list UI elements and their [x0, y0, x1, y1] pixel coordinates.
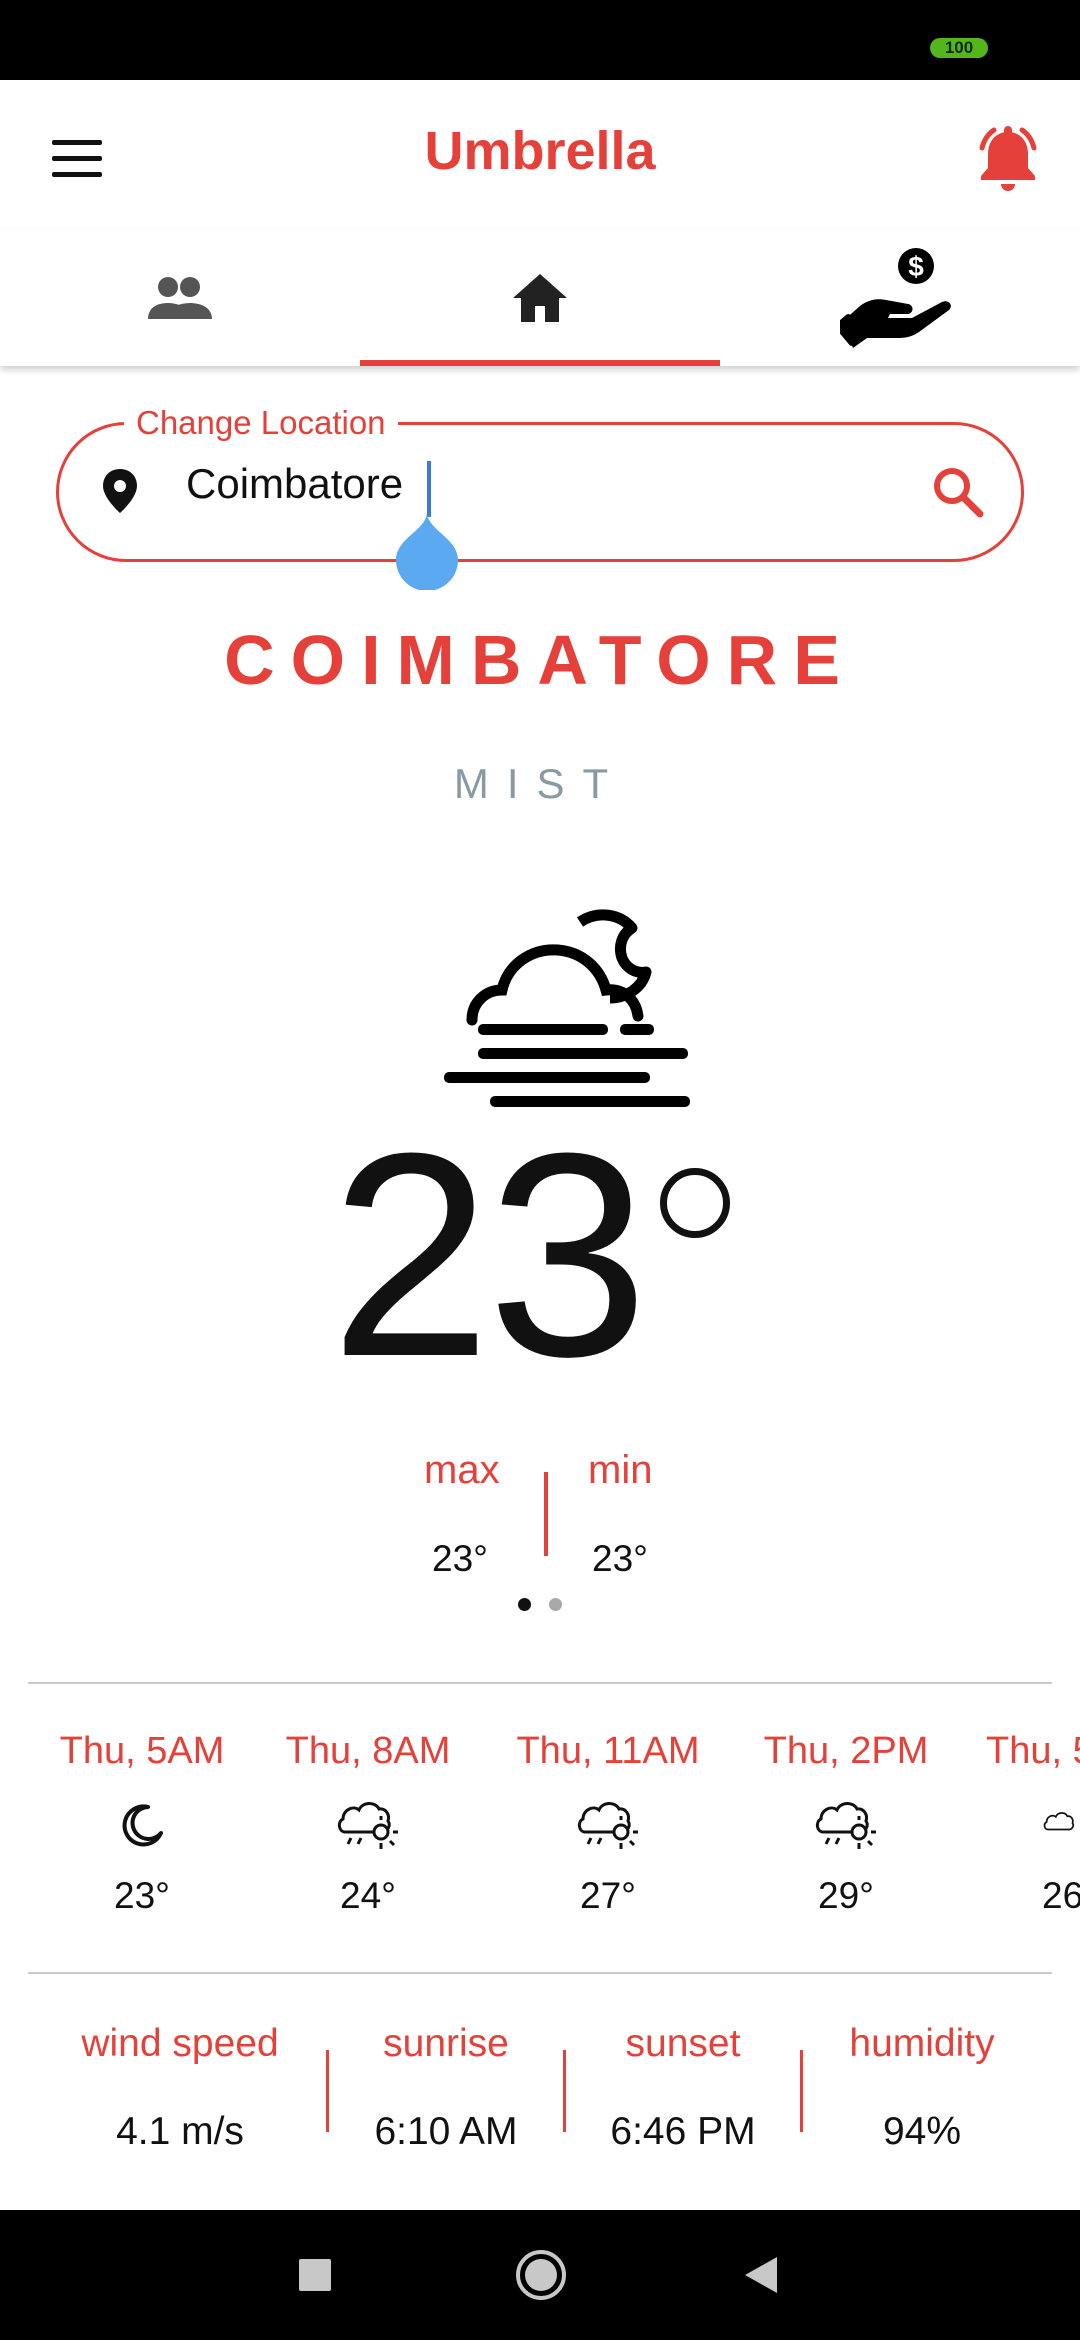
max-temperature: 23° [432, 1538, 488, 1579]
stat-value: 4.1 m/s [116, 2110, 244, 2153]
tab-home[interactable] [360, 230, 720, 366]
back-triangle-icon [745, 2257, 777, 2293]
hourly-temp: 26 [1042, 1875, 1080, 1916]
stat-label: wind speed [81, 2022, 279, 2065]
hourly-time: Thu, 8AM [285, 1730, 451, 1772]
hourly-time: Thu, 5AM [59, 1730, 225, 1772]
tab-people[interactable] [0, 230, 360, 366]
max-min-divider [544, 1472, 548, 1556]
stat-label: sunrise [383, 2022, 509, 2065]
back-button[interactable] [726, 2210, 796, 2340]
hourly-time: Thu, 11AM [516, 1730, 700, 1772]
home-icon [513, 274, 567, 322]
stat-wind-speed: wind speed 4.1 m/s [62, 2022, 298, 2154]
current-temperature: 23 [330, 1093, 649, 1417]
app-title: Umbrella [424, 121, 656, 181]
hourly-item: Thu, 11AM 27° [498, 1730, 718, 1917]
app-bar: Umbrella [0, 80, 1080, 230]
city-name: COIMBATORE [224, 621, 856, 699]
fog-night-icon [444, 909, 690, 1107]
cloud-sun-rain-icon [577, 1802, 638, 1849]
square-icon [299, 2259, 331, 2291]
cloud-sun-rain-icon [815, 1802, 876, 1849]
location-input[interactable]: Coimbatore [186, 460, 403, 508]
stat-sunset: sunset 6:46 PM [565, 2022, 801, 2154]
hourly-item: Thu, 2PM 29° [736, 1730, 956, 1917]
stat-label: humidity [849, 2022, 995, 2065]
svg-text:$: $ [908, 251, 924, 282]
search-button[interactable] [928, 462, 988, 522]
hourly-temp: 29° [818, 1875, 874, 1916]
page-indicator-active[interactable] [518, 1598, 531, 1611]
recents-button[interactable] [280, 2210, 350, 2340]
stat-value: 6:46 PM [610, 2110, 756, 2153]
location-field-label: Change Location [124, 404, 398, 442]
circle-home-icon [516, 2250, 566, 2300]
hourly-item: Thu, 8AM 24° [258, 1730, 478, 1917]
stat-value: 94% [882, 2110, 962, 2153]
divider-top [28, 1682, 1052, 1684]
stat-sunrise: sunrise 6:10 AM [328, 2022, 564, 2154]
system-nav-bar [0, 2210, 1080, 2340]
location-pin-icon [103, 469, 137, 513]
hourly-time: Thu, 2PM [763, 1730, 929, 1772]
stat-value: 6:10 AM [374, 2110, 518, 2153]
divider-bottom [28, 1972, 1052, 1974]
alarm-bell-icon [979, 126, 1037, 191]
moon-icon [122, 1804, 163, 1847]
alarm-button[interactable] [968, 118, 1048, 198]
people-icon [148, 277, 212, 319]
min-temperature: 23° [592, 1538, 648, 1579]
text-cursor [427, 461, 431, 517]
min-label: min [588, 1448, 653, 1492]
stat-humidity: humidity 94% [804, 2022, 1040, 2154]
status-bar: 100 [0, 0, 1080, 80]
hourly-item: Thu, 5AM 23° [32, 1730, 252, 1917]
cloud-sun-rain-icon [1043, 1812, 1075, 1831]
donate-hand-icon: $ [840, 248, 951, 348]
page-indicator[interactable] [549, 1598, 562, 1611]
hourly-temp: 23° [114, 1875, 170, 1916]
hourly-time: Thu, 5 [986, 1730, 1080, 1772]
hourly-temp: 24° [340, 1875, 396, 1916]
stat-label: sunset [625, 2022, 741, 2065]
cursor-handle[interactable] [396, 512, 458, 590]
max-label: max [424, 1448, 500, 1492]
hourly-temp: 27° [580, 1875, 636, 1916]
home-nav-button[interactable] [506, 2210, 576, 2340]
stat-divider [800, 2050, 803, 2132]
hourly-item: Thu, 5 26 [986, 1730, 1080, 1917]
cloud-sun-rain-icon [337, 1802, 398, 1849]
tab-bar: $ [0, 230, 1080, 366]
weather-condition: MIST [453, 760, 627, 807]
search-icon [934, 468, 984, 518]
battery-indicator: 100 [930, 38, 988, 58]
tab-donate[interactable]: $ [720, 230, 1080, 366]
degree-symbol [660, 1168, 730, 1238]
tab-indicator [360, 360, 720, 366]
